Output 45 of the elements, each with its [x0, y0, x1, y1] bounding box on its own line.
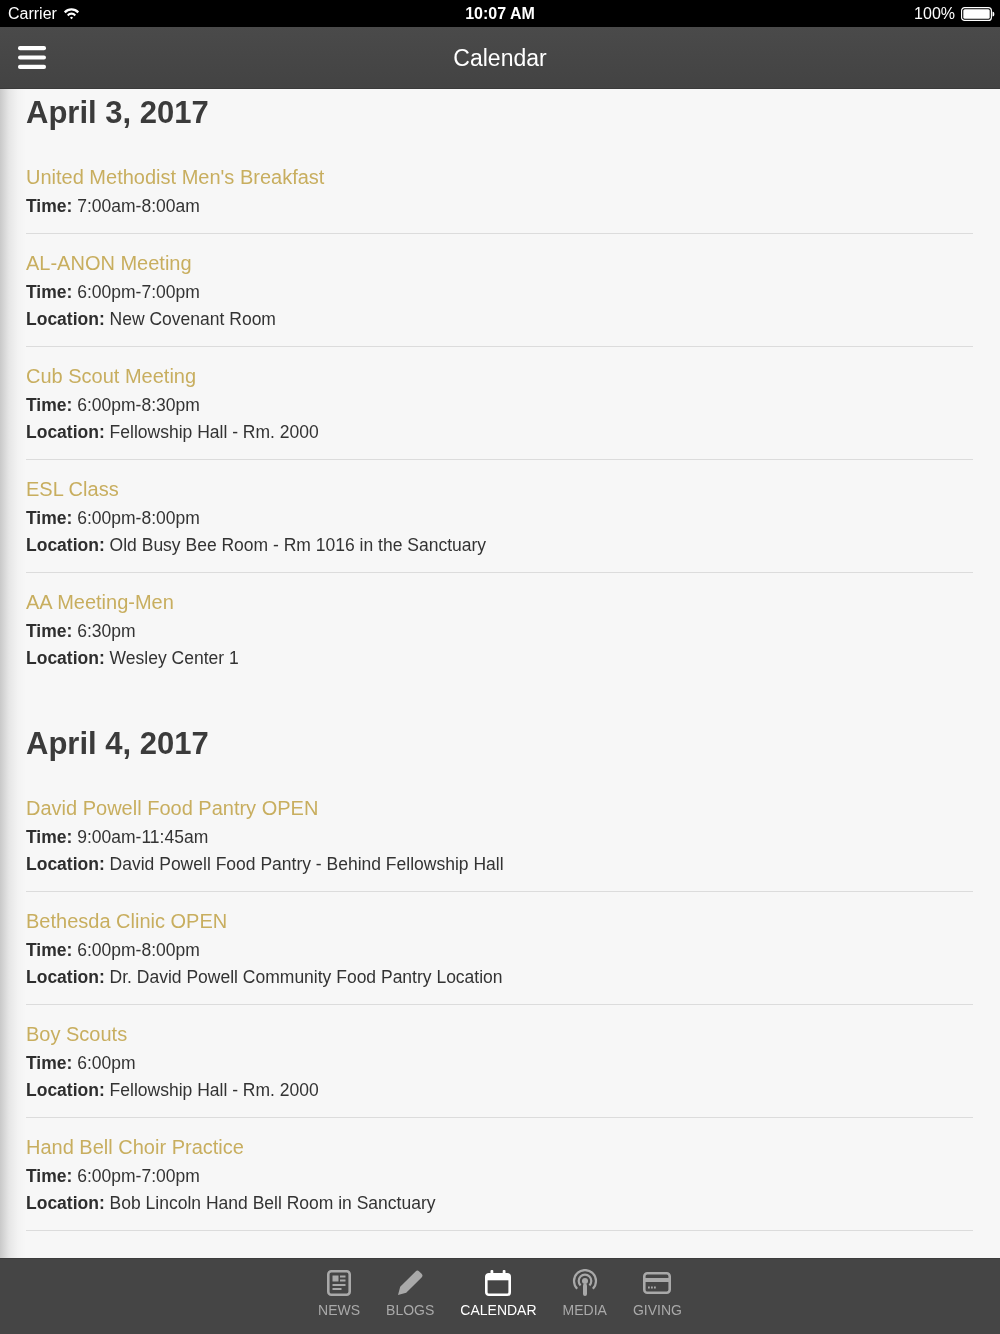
event-detail-text: Location: Old Busy Bee Room - Rm 1016 in the Sanctuary	[26, 535, 487, 555]
event-detail-text: Time: 6:00pm-7:00pm	[26, 1166, 200, 1186]
battery-icon	[961, 6, 995, 21]
event-detail-text: Time: 9:00am-11:45am	[26, 827, 209, 847]
event-detail-text: Time: 6:00pm-8:00pm	[26, 508, 200, 528]
event-detail-text: Time: 6:00pm-7:00pm	[26, 282, 200, 302]
credit-card-icon	[643, 1271, 672, 1294]
event-title-link[interactable]: Boy Scouts	[26, 1023, 128, 1045]
status-time: 10:07 AM	[465, 3, 535, 24]
event-detail-text: Location: David Powell Food Pantry - Behind Fellowship Hall	[26, 854, 504, 874]
event-detail-text: Location: Fellowship Hall - Rm. 2000	[26, 422, 319, 442]
event-detail-text: Time: 6:00pm-8:00pm	[26, 940, 200, 960]
nav-title: Calendar	[453, 43, 547, 72]
date-heading: April 3, 2017	[26, 94, 210, 132]
event-title-link[interactable]: AA Meeting-Men	[26, 591, 174, 613]
event-title-link[interactable]: ESL Class	[26, 478, 119, 500]
event-title-link[interactable]: Hand Bell Choir Practice	[26, 1136, 244, 1158]
calendar-icon	[485, 1269, 512, 1296]
menu-icon[interactable]	[18, 46, 46, 69]
event-detail-text: Location: New Covenant Room	[26, 309, 276, 329]
podcast-icon	[571, 1269, 598, 1296]
newspaper-icon	[327, 1269, 352, 1296]
event-detail-text: Time: 6:30pm	[26, 621, 136, 641]
battery-percent: 100%	[914, 3, 955, 24]
event-title-link[interactable]: Bethesda Clinic OPEN	[26, 910, 228, 932]
event-title-link[interactable]: AL-ANON Meeting	[26, 252, 192, 274]
pencil-icon	[396, 1269, 424, 1296]
event-detail-text: Time: 6:00pm-8:30pm	[26, 395, 200, 415]
event-title-link[interactable]: United Methodist Men's Breakfast	[26, 166, 325, 188]
event-detail-text: Location: Wesley Center 1	[26, 648, 239, 668]
event-detail-text: Location: Fellowship Hall - Rm. 2000	[26, 1080, 319, 1100]
tab-bar-item[interactable]: NEWS	[317, 1259, 362, 1319]
tab-bar-item[interactable]: BLOGS	[385, 1259, 436, 1319]
event-title-link[interactable]: Cub Scout Meeting	[26, 365, 197, 387]
event-detail-text: Location: Bob Lincoln Hand Bell Room in Sanctuary	[26, 1193, 436, 1213]
tab-bar-item[interactable]: GIVING	[631, 1259, 683, 1319]
event-detail-text: Time: 7:00am-8:00am	[26, 196, 200, 216]
tab-bar-item[interactable]: MEDIA	[561, 1259, 608, 1319]
carrier-label: Carrier	[8, 3, 57, 24]
event-detail-text: Location: Dr. David Powell Community Food Pantry Location	[26, 967, 503, 987]
event-detail-text: Time: 6:00pm	[26, 1053, 136, 1073]
tab-bar-item[interactable]: CALENDAR	[459, 1259, 538, 1319]
event-title-link[interactable]: David Powell Food Pantry OPEN	[26, 797, 319, 819]
date-heading: April 4, 2017	[26, 725, 210, 763]
wifi-icon	[62, 7, 80, 20]
